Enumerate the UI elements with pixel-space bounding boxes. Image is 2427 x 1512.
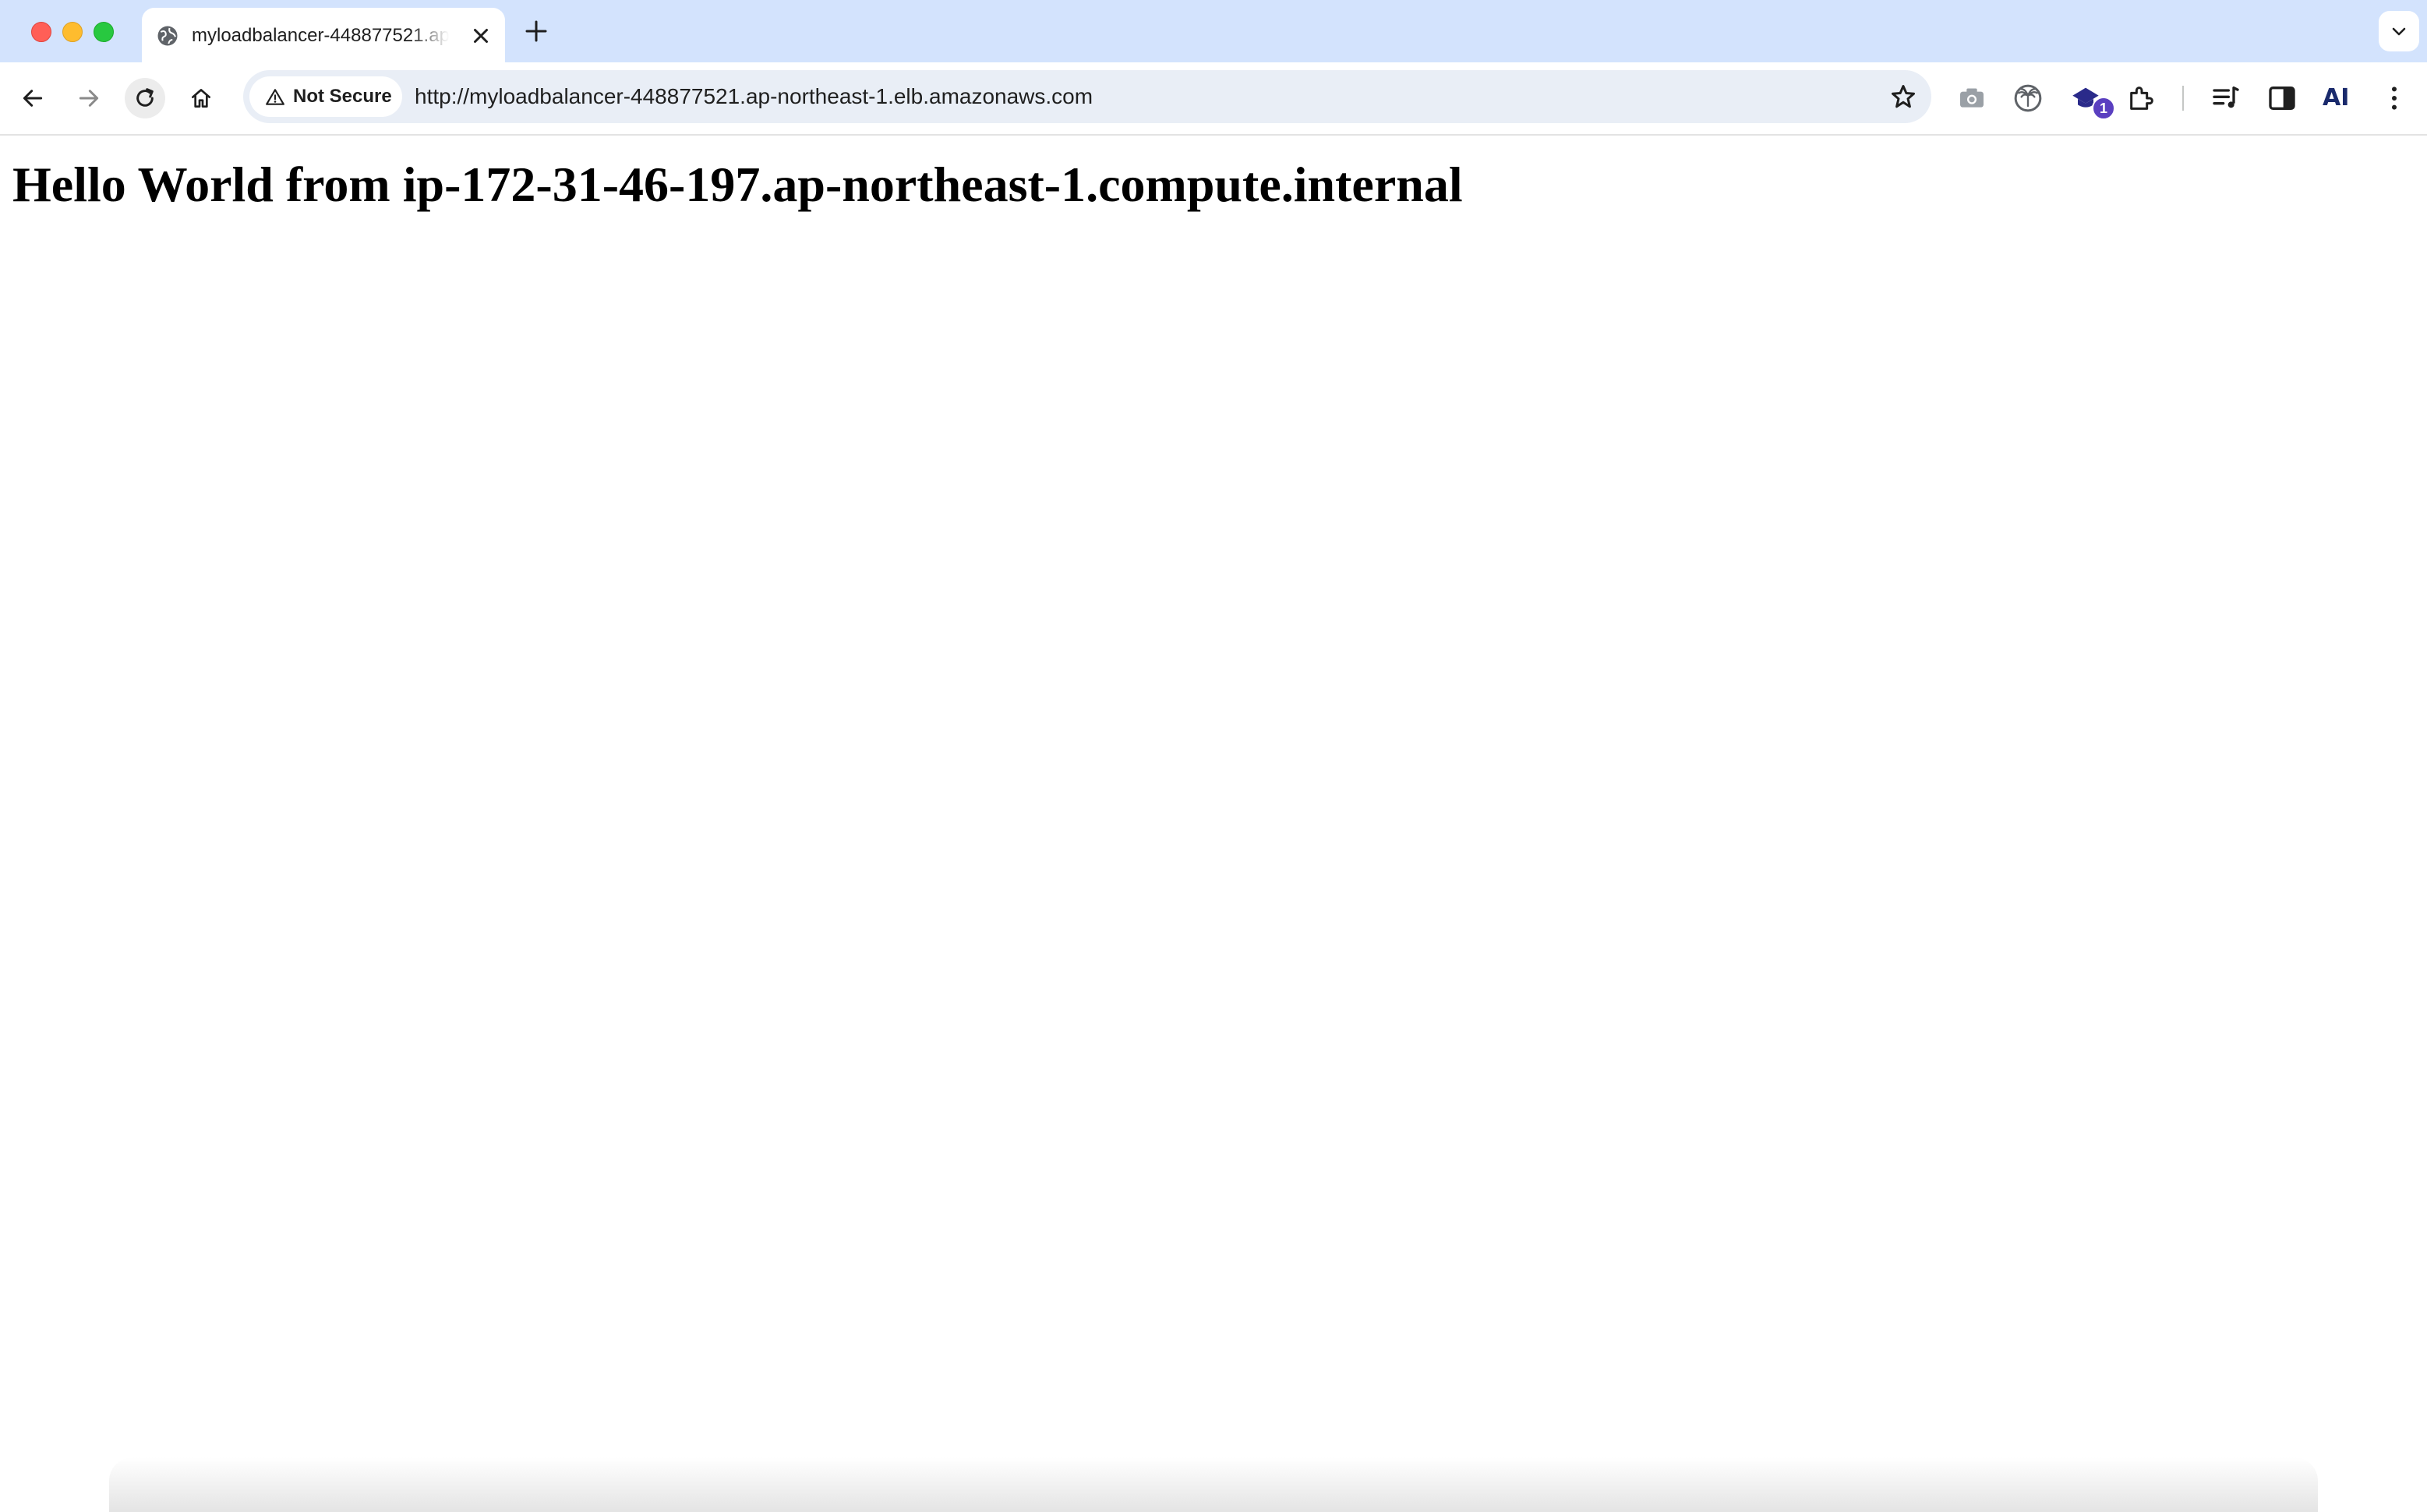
toolbar-separator <box>2182 86 2184 111</box>
browser-toolbar: Not Secure http://myloadbalancer-4488775… <box>0 62 2427 136</box>
reload-button[interactable] <box>125 78 165 118</box>
window-close-button[interactable] <box>31 22 51 42</box>
ai-extension-button[interactable]: AI <box>2323 83 2349 114</box>
star-icon[interactable] <box>1889 83 1917 111</box>
close-icon[interactable] <box>469 24 493 48</box>
security-label: Not Secure <box>293 86 392 107</box>
media-controls-icon <box>2213 87 2239 108</box>
side-panel-icon <box>2269 87 2295 110</box>
browser-menu-button[interactable] <box>2379 83 2410 114</box>
kebab-menu-icon <box>2392 87 2397 110</box>
warning-triangle-icon <box>266 89 284 105</box>
back-button[interactable] <box>12 78 53 118</box>
window-minimize-button[interactable] <box>62 22 83 42</box>
back-arrow-icon <box>23 90 43 107</box>
camera-extension-button[interactable] <box>1956 83 1987 114</box>
camera-icon <box>1960 88 1984 108</box>
new-tab-plus-icon[interactable] <box>522 17 550 45</box>
forward-button[interactable] <box>69 78 109 118</box>
chevron-down-icon <box>2392 27 2406 36</box>
url-text[interactable]: http://myloadbalancer-448877521.ap-north… <box>415 70 1093 123</box>
side-panel-button[interactable] <box>2266 83 2298 114</box>
address-bar[interactable]: Not Secure http://myloadbalancer-4488775… <box>243 70 1931 123</box>
media-controls-button[interactable] <box>2210 83 2242 114</box>
globe-icon <box>157 26 178 46</box>
tab-strip: myloadbalancer-448877521.ap-northeast-1.… <box>0 0 2427 62</box>
palm-extension-button[interactable] <box>2012 83 2044 114</box>
bottom-shadow <box>109 1457 2318 1512</box>
extension-badge: 1 <box>2092 97 2115 120</box>
home-button[interactable] <box>181 78 221 118</box>
reload-icon <box>136 88 154 107</box>
window-maximize-button[interactable] <box>94 22 114 42</box>
security-chip[interactable]: Not Secure <box>249 76 402 117</box>
forward-arrow-icon <box>79 90 99 107</box>
puzzle-extensions-icon <box>2130 87 2153 110</box>
browser-tab-active[interactable]: myloadbalancer-448877521.ap-northeast-1.… <box>142 8 505 62</box>
tab-search-button[interactable] <box>2379 11 2419 51</box>
page-heading: Hello World from ip-172-31-46-197.ap-nor… <box>12 157 1463 212</box>
palm-icon <box>2014 84 2042 112</box>
home-icon <box>192 89 210 108</box>
tab-title: myloadbalancer-448877521.ap-northeast-1.… <box>192 25 449 46</box>
page-content: Hello World from ip-172-31-46-197.ap-nor… <box>0 136 2427 1512</box>
extensions-menu-button[interactable] <box>2126 83 2157 114</box>
